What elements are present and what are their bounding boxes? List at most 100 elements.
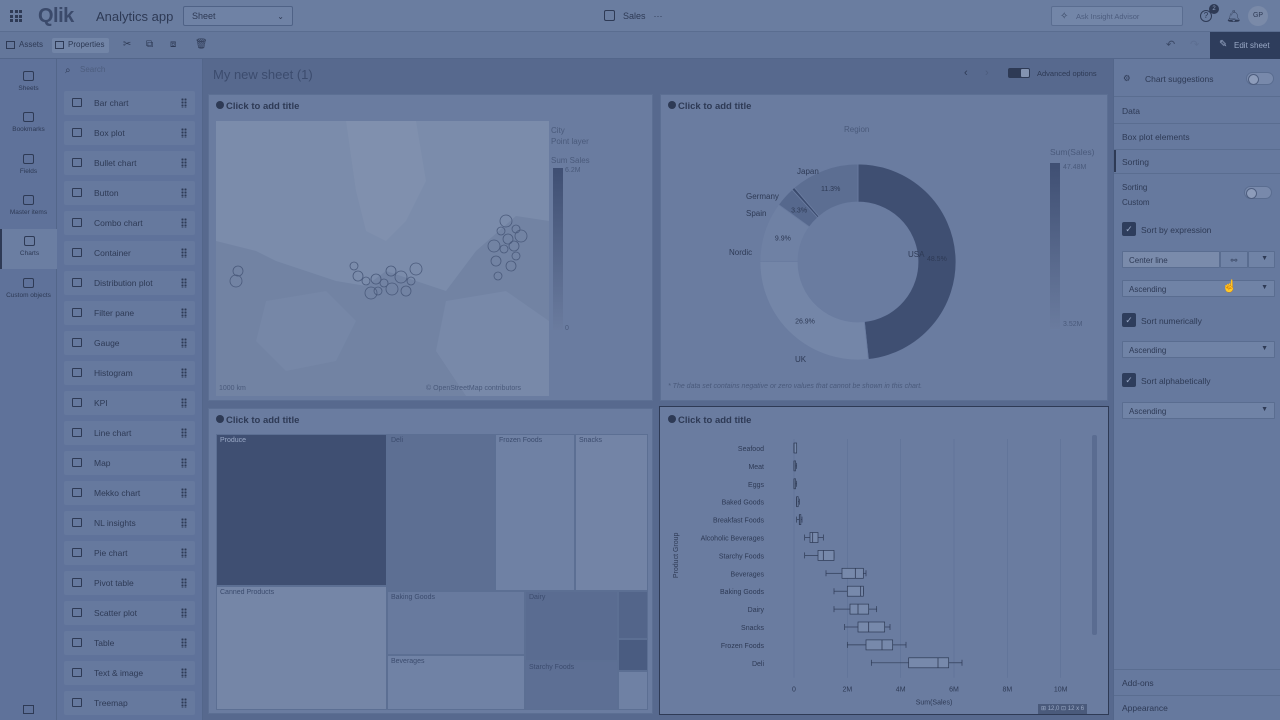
alphabetic-order-select[interactable]: Ascending ▼ <box>1122 402 1275 419</box>
bell-icon[interactable]: 🔔︎ <box>1226 9 1241 23</box>
chart-list-item[interactable]: Table <box>64 631 195 655</box>
drag-handle-icon[interactable] <box>181 578 187 588</box>
chart-list-item[interactable]: Distribution plot <box>64 271 195 295</box>
sort-by-expression-checkbox[interactable]: ✓ <box>1122 222 1136 236</box>
expression-field[interactable]: Center line <box>1122 251 1220 268</box>
donut-slice[interactable] <box>759 260 869 361</box>
drag-handle-icon[interactable] <box>181 158 187 168</box>
chart-list-item[interactable]: Text & image <box>64 661 195 685</box>
pie-chart-panel[interactable]: Click to add title 48.5% USA 26.9% UK 9.9% No… <box>660 94 1108 401</box>
nav-charts[interactable]: Charts <box>0 229 57 269</box>
sort-alphabetically-checkbox[interactable]: ✓ <box>1122 373 1136 387</box>
chart-title[interactable]: Click to add title <box>216 415 299 426</box>
drag-handle-icon[interactable] <box>181 608 187 618</box>
section-data[interactable]: Data <box>1122 106 1140 116</box>
paste-icon[interactable]: ⧈ <box>170 39 176 50</box>
treemap-tile[interactable]: Snacks <box>575 434 648 591</box>
treemap-tile[interactable] <box>618 591 648 639</box>
previous-sheet-icon[interactable]: ‹ <box>964 67 968 79</box>
drag-handle-icon[interactable] <box>181 338 187 348</box>
section-sorting[interactable]: Sorting <box>1122 157 1149 167</box>
drag-handle-icon[interactable] <box>181 518 187 528</box>
drag-handle-icon[interactable] <box>181 218 187 228</box>
qlik-logo[interactable]: Qlik <box>38 5 74 28</box>
treemap-tile[interactable] <box>618 671 648 710</box>
drag-handle-icon[interactable] <box>181 368 187 378</box>
chart-list-item[interactable]: Pivot table <box>64 571 195 595</box>
drag-handle-icon[interactable] <box>181 128 187 138</box>
properties-button[interactable]: Properties <box>52 38 110 53</box>
sheet-select[interactable]: Sheet ⌄ <box>183 6 293 26</box>
treemap-tile[interactable]: Starchy Foods <box>525 661 618 710</box>
link-icon[interactable]: ⚯ <box>1220 251 1248 268</box>
drag-handle-icon[interactable] <box>181 278 187 288</box>
treemap-tile[interactable]: Baking Goods <box>387 591 525 655</box>
treemap-tile[interactable]: Canned Products <box>216 586 387 710</box>
avatar[interactable]: GP <box>1248 6 1268 26</box>
assets-button[interactable]: Assets <box>3 38 48 53</box>
nav-master-items[interactable]: Master items <box>0 188 57 228</box>
map-area[interactable] <box>216 121 549 396</box>
chart-list-item[interactable]: Histogram <box>64 361 195 385</box>
chart-suggestions-toggle[interactable] <box>1246 72 1274 85</box>
chart-list-item[interactable]: KPI <box>64 391 195 415</box>
delete-icon[interactable]: 🗑︎ <box>195 39 208 50</box>
donut-chart[interactable]: 48.5%USA 26.9% UK 9.9% Nordic 3.3% Spain German… <box>661 117 1041 397</box>
chart-title[interactable]: Click to add title <box>668 101 751 112</box>
chart-title[interactable]: Click to add title <box>216 101 299 112</box>
drag-handle-icon[interactable] <box>181 248 187 258</box>
chart-list-item[interactable]: Scatter plot <box>64 601 195 625</box>
chart-list-item[interactable]: Button <box>64 181 195 205</box>
drag-handle-icon[interactable] <box>181 488 187 498</box>
drag-handle-icon[interactable] <box>181 188 187 198</box>
more-icon[interactable]: ··· <box>654 11 663 21</box>
treemap-tile[interactable]: Deli <box>387 434 495 591</box>
redo-icon[interactable]: ↷ <box>1190 38 1199 51</box>
treemap-panel[interactable]: Click to add title Produce Deli Frozen F… <box>208 408 653 714</box>
box-plot-chart[interactable]: 0 2M 4M 6M 8M 10M Sum(Sales) Product Group Seafo… <box>660 429 1106 714</box>
chart-list-item[interactable]: Filter pane <box>64 301 195 325</box>
expression-order-select[interactable]: Ascending ▼ <box>1122 280 1275 297</box>
apps-grid-icon[interactable] <box>10 10 22 22</box>
nav-custom-objects[interactable]: Custom objects <box>0 271 57 311</box>
chart-list-item[interactable]: Combo chart <box>64 211 195 235</box>
chart-list-item[interactable]: Bullet chart <box>64 151 195 175</box>
chart-title[interactable]: Click to add title <box>668 415 751 426</box>
chart-list-item[interactable]: Box plot <box>64 121 195 145</box>
undo-icon[interactable]: ↶ <box>1166 38 1175 51</box>
drag-handle-icon[interactable] <box>181 698 187 708</box>
treemap-tile[interactable]: Beverages <box>387 655 525 710</box>
section-add-ons[interactable]: Add-ons <box>1122 678 1154 688</box>
nav-fields[interactable]: Fields <box>0 147 57 187</box>
scrollbar[interactable] <box>1092 435 1097 635</box>
nav-bookmarks[interactable]: Bookmarks <box>0 105 57 145</box>
sheet-title[interactable]: My new sheet (1) <box>213 67 313 82</box>
chart-list-item[interactable]: Container <box>64 241 195 265</box>
chart-list-item[interactable]: Line chart <box>64 421 195 445</box>
chart-list-item[interactable]: Pie chart <box>64 541 195 565</box>
drag-handle-icon[interactable] <box>181 98 187 108</box>
drag-handle-icon[interactable] <box>181 398 187 408</box>
treemap-tile[interactable]: Dairy <box>525 591 618 661</box>
cut-icon[interactable]: ✂ <box>123 39 131 50</box>
edit-sheet-button[interactable]: ✎ Edit sheet <box>1210 32 1280 59</box>
expression-menu[interactable]: ▼ <box>1248 251 1275 268</box>
chart-list-item[interactable]: Map <box>64 451 195 475</box>
section-box-plot-elements[interactable]: Box plot elements <box>1122 132 1190 142</box>
nav-sheets[interactable]: Sheets <box>0 64 57 104</box>
drag-handle-icon[interactable] <box>181 308 187 318</box>
treemap-tile[interactable]: Produce <box>216 434 387 586</box>
section-appearance[interactable]: Appearance <box>1122 703 1168 713</box>
search-input[interactable]: ⌕ Search <box>62 65 198 79</box>
numeric-order-select[interactable]: Ascending ▼ <box>1122 341 1275 358</box>
sorting-toggle[interactable] <box>1244 186 1272 199</box>
treemap-tile[interactable] <box>618 639 648 671</box>
next-sheet-icon[interactable]: › <box>985 67 989 79</box>
box-plot-panel[interactable]: Click to add title 0 2M 4M 6M 8M 10M Sum(Sales… <box>659 406 1109 715</box>
chart-list-item[interactable]: Mekko chart <box>64 481 195 505</box>
advanced-options-toggle[interactable] <box>1008 68 1030 78</box>
sheet-name[interactable]: Sales ··· <box>604 10 663 21</box>
ask-insight-advisor-input[interactable]: ✧ Ask Insight Advisor <box>1051 6 1183 26</box>
drag-handle-icon[interactable] <box>181 668 187 678</box>
drag-handle-icon[interactable] <box>181 428 187 438</box>
